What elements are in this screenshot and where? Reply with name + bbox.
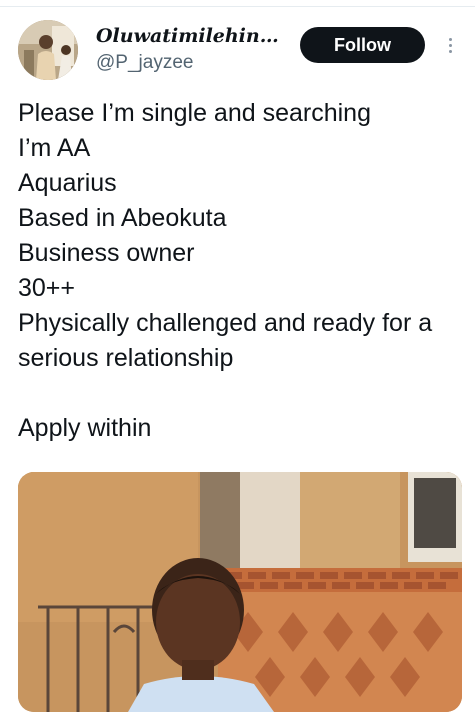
tweet-line: Business owner: [18, 239, 195, 267]
tweet-line: Aquarius: [18, 169, 117, 197]
tweet-line: Apply within: [18, 414, 152, 442]
more-dot: [448, 43, 452, 47]
tweet-photo[interactable]: [18, 472, 462, 712]
follow-button[interactable]: Follow: [300, 27, 425, 63]
more-dot: [448, 37, 452, 41]
tweet-line: Based in Abeokuta: [18, 204, 227, 232]
tweet-line: Physically challenged and ready for a se…: [18, 309, 433, 372]
more-dot: [448, 49, 452, 53]
avatar-photo: [18, 20, 78, 80]
more-vertical-icon[interactable]: [440, 30, 460, 60]
display-name[interactable]: Oluwatimilehin…: [96, 25, 279, 47]
handle[interactable]: @P_jayzee: [96, 52, 193, 74]
tweet-line: Please I’m single and searching: [18, 99, 371, 127]
tweet-line: I’m AA: [18, 134, 91, 162]
tweet-card: Oluwatimilehin… @P_jayzee Follow Please …: [0, 0, 475, 712]
avatar[interactable]: [18, 20, 78, 80]
photo-image: [18, 472, 462, 712]
tweet-text: Please I’m single and searching I’m AA A…: [18, 96, 463, 446]
tweet-line: 30++: [18, 274, 76, 302]
